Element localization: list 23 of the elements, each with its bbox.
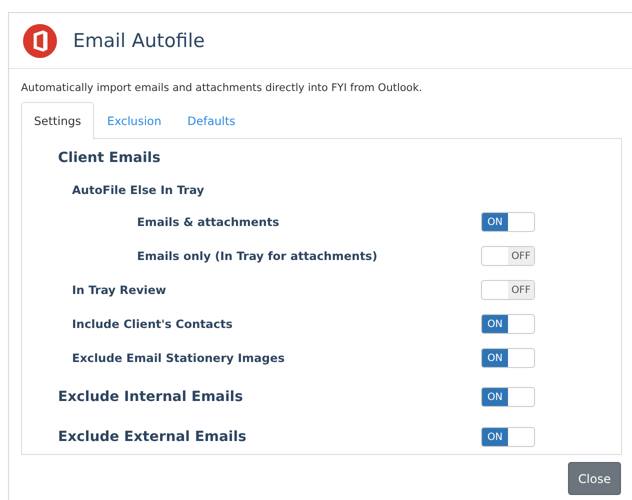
section-heading: Client Emails: [58, 150, 160, 166]
toggle-switch[interactable]: ON: [481, 348, 535, 368]
toggle-switch[interactable]: ON: [481, 387, 535, 407]
setting-label: Include Client's Contacts: [72, 317, 233, 331]
toggle-switch[interactable]: ON: [481, 427, 535, 447]
tab[interactable]: Defaults: [174, 102, 248, 140]
description-text: Automatically import emails and attachments directly into FYI from Outlook.: [21, 82, 424, 96]
toggle-switch[interactable]: ON: [481, 314, 535, 334]
dialog-title: Email Autofile: [73, 30, 205, 52]
toggle-switch[interactable]: OFF: [481, 280, 535, 300]
setting-label: Exclude Email Stationery Images: [72, 351, 285, 365]
setting-label: Exclude External Emails: [58, 429, 246, 445]
setting-label: Emails & attachments: [137, 215, 280, 229]
logo-icon: [23, 24, 57, 58]
setting-label: In Tray Review: [72, 283, 166, 297]
toggle-switch[interactable]: ON: [481, 212, 535, 232]
section-heading: AutoFile Else In Tray: [72, 183, 204, 197]
close-button[interactable]: Close: [568, 462, 621, 495]
setting-label: Exclude Internal Emails: [58, 389, 243, 405]
setting-label: Emails only (In Tray for attachments): [137, 249, 378, 263]
tab[interactable]: Settings: [21, 102, 94, 140]
tab[interactable]: Exclusion: [94, 102, 174, 140]
toggle-switch[interactable]: OFF: [481, 246, 535, 266]
